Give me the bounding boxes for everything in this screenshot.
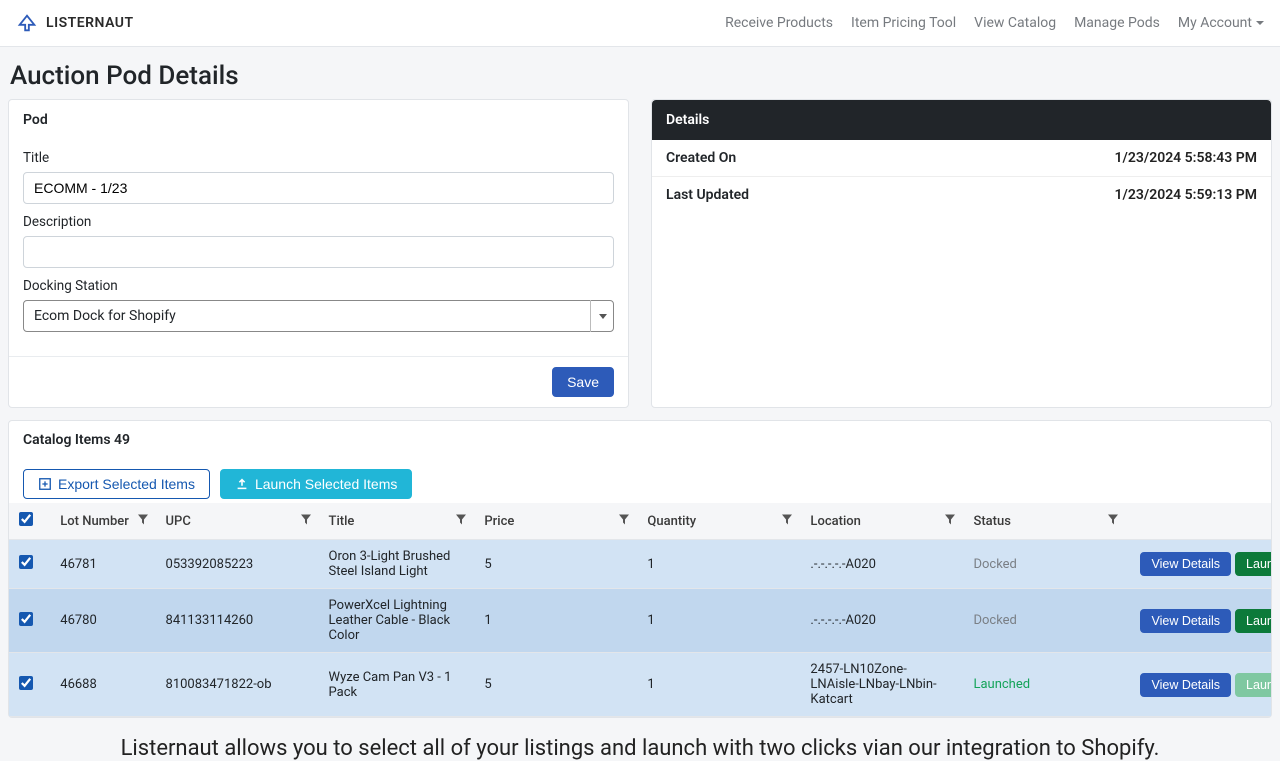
col-price-header: Price xyxy=(474,503,637,540)
docking-select[interactable]: Ecom Dock for Shopify xyxy=(23,300,614,332)
filter-icon[interactable] xyxy=(138,514,148,529)
cell-upc: 053392085223 xyxy=(156,540,319,589)
title-input[interactable] xyxy=(23,172,614,204)
col-upc-header: UPC xyxy=(156,503,319,540)
cell-title: PowerXcel Lightning Leather Cable - Blac… xyxy=(319,589,475,653)
cell-actions: View DetailsLaunch xyxy=(1126,540,1271,589)
cell-title: Oron 3-Light Brushed Steel Island Light xyxy=(319,540,475,589)
save-button[interactable]: Save xyxy=(552,367,614,397)
nav-item-pricing[interactable]: Item Pricing Tool xyxy=(851,15,956,31)
catalog-toolbar: Export Selected Items Launch Selected It… xyxy=(9,459,1271,503)
cell-lot: 46688 xyxy=(50,653,155,717)
created-on-label: Created On xyxy=(666,150,736,166)
description-label: Description xyxy=(23,214,614,230)
catalog-card: Catalog Items 49 Export Selected Items L… xyxy=(8,420,1272,718)
row-checkbox[interactable] xyxy=(19,555,33,569)
launch-row-button[interactable]: Launch xyxy=(1235,673,1271,697)
cell-loc: 2457-LN10Zone-LNAisle-LNbay-LNbin-Katcar… xyxy=(800,653,963,717)
export-selected-button[interactable]: Export Selected Items xyxy=(23,469,210,499)
col-actions-header xyxy=(1126,503,1271,540)
pod-card-header: Pod xyxy=(9,100,628,140)
catalog-header: Catalog Items 49 xyxy=(9,421,1271,459)
table-row: 46781053392085223Oron 3-Light Brushed St… xyxy=(9,540,1271,589)
nav-right: Receive Products Item Pricing Tool View … xyxy=(725,15,1264,31)
created-on-value: 1/23/2024 5:58:43 PM xyxy=(1115,150,1257,166)
top-navbar: LISTERNAUT Receive Products Item Pricing… xyxy=(0,0,1280,47)
cell-price: 5 xyxy=(474,540,637,589)
cell-loc: .-.-.-.-.-A020 xyxy=(800,589,963,653)
filter-icon[interactable] xyxy=(619,514,629,529)
docking-label: Docking Station xyxy=(23,278,614,294)
cell-actions: View DetailsLaunch xyxy=(1126,653,1271,717)
brand-logo-icon xyxy=(16,12,38,34)
col-checkbox-header xyxy=(9,503,50,540)
brand[interactable]: LISTERNAUT xyxy=(16,12,134,34)
launch-row-button[interactable]: Launch xyxy=(1235,552,1271,576)
cell-loc: .-.-.-.-.-A020 xyxy=(800,540,963,589)
last-updated-value: 1/23/2024 5:59:13 PM xyxy=(1115,187,1257,203)
catalog-table: Lot Number UPC Title Price Quantity Loca… xyxy=(9,503,1271,717)
table-row: 46688810083471822-obWyze Cam Pan V3 - 1 … xyxy=(9,653,1271,717)
row-checkbox[interactable] xyxy=(19,612,33,626)
col-status-header: Status xyxy=(963,503,1126,540)
launch-selected-label: Launch Selected Items xyxy=(255,476,397,492)
col-loc-header: Location xyxy=(800,503,963,540)
caption-text: Listernaut allows you to select all of y… xyxy=(0,718,1280,761)
cell-title: Wyze Cam Pan V3 - 1 Pack xyxy=(319,653,475,717)
export-icon xyxy=(38,477,52,491)
export-selected-label: Export Selected Items xyxy=(58,476,195,492)
cell-status: Docked xyxy=(963,589,1126,653)
view-details-button[interactable]: View Details xyxy=(1140,552,1231,576)
table-row: 46780841133114260PowerXcel Lightning Lea… xyxy=(9,589,1271,653)
cell-lot: 46781 xyxy=(50,540,155,589)
nav-view-catalog[interactable]: View Catalog xyxy=(974,15,1056,31)
nav-manage-pods[interactable]: Manage Pods xyxy=(1074,15,1160,31)
col-title-header: Title xyxy=(319,503,475,540)
cell-upc: 841133114260 xyxy=(156,589,319,653)
cell-status: Docked xyxy=(963,540,1126,589)
cell-qty: 1 xyxy=(637,653,800,717)
details-card-header: Details xyxy=(652,100,1271,140)
title-label: Title xyxy=(23,150,614,166)
page-title: Auction Pod Details xyxy=(0,47,1280,99)
view-details-button[interactable]: View Details xyxy=(1140,673,1231,697)
filter-icon[interactable] xyxy=(301,514,311,529)
pod-card: Pod Title Description Docking Station Ec… xyxy=(8,99,629,408)
filter-icon[interactable] xyxy=(782,514,792,529)
col-qty-header: Quantity xyxy=(637,503,800,540)
filter-icon[interactable] xyxy=(1108,514,1118,529)
cell-upc: 810083471822-ob xyxy=(156,653,319,717)
description-input[interactable] xyxy=(23,236,614,268)
brand-name: LISTERNAUT xyxy=(46,15,134,31)
select-all-checkbox[interactable] xyxy=(19,512,33,526)
cell-lot: 46780 xyxy=(50,589,155,653)
cell-status: Launched xyxy=(963,653,1126,717)
nav-receive-products[interactable]: Receive Products xyxy=(725,15,833,31)
nav-my-account[interactable]: My Account xyxy=(1178,15,1264,31)
view-details-button[interactable]: View Details xyxy=(1140,609,1231,633)
launch-selected-button[interactable]: Launch Selected Items xyxy=(220,469,412,499)
filter-icon[interactable] xyxy=(945,514,955,529)
cell-actions: View DetailsLaunch xyxy=(1126,589,1271,653)
row-checkbox[interactable] xyxy=(19,676,33,690)
last-updated-label: Last Updated xyxy=(666,187,749,203)
col-lot-header: Lot Number xyxy=(50,503,155,540)
cell-price: 1 xyxy=(474,589,637,653)
filter-icon[interactable] xyxy=(456,514,466,529)
cell-price: 5 xyxy=(474,653,637,717)
upload-icon xyxy=(235,477,249,491)
cell-qty: 1 xyxy=(637,540,800,589)
details-card: Details Created On 1/23/2024 5:58:43 PM … xyxy=(651,99,1272,408)
cell-qty: 1 xyxy=(637,589,800,653)
launch-row-button[interactable]: Launch xyxy=(1235,609,1271,633)
